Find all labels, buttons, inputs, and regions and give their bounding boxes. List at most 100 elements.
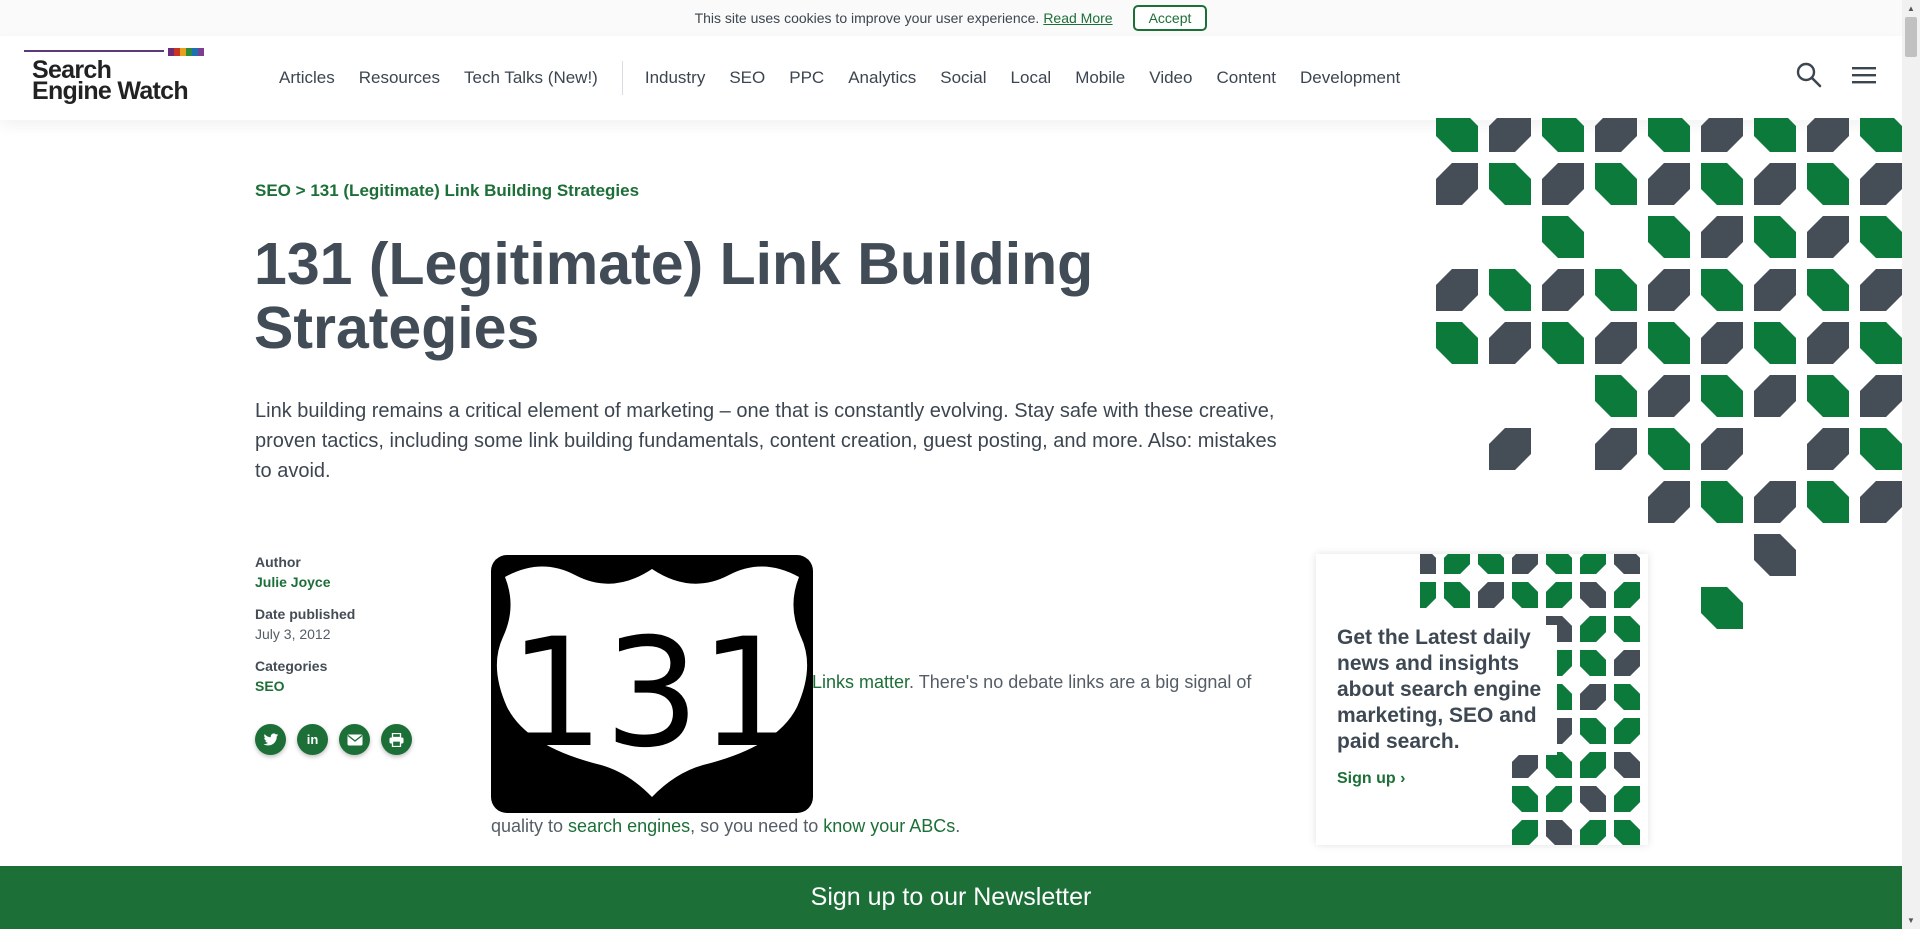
logo-line-2: Engine Watch bbox=[32, 77, 189, 105]
hamburger-menu-icon[interactable] bbox=[1849, 60, 1879, 90]
main-navigation: Articles Resources Tech Talks (New!) Ind… bbox=[279, 36, 1424, 120]
pattern-tile bbox=[1546, 786, 1572, 812]
pattern-tile bbox=[1754, 118, 1796, 152]
logo-text: Search Engine Watch bbox=[32, 58, 189, 105]
pattern-tile bbox=[1580, 820, 1606, 845]
pattern-tile bbox=[1807, 216, 1849, 258]
pattern-tile bbox=[1860, 375, 1902, 417]
nav-articles[interactable]: Articles bbox=[279, 68, 335, 88]
pattern-tile bbox=[1580, 650, 1606, 676]
pattern-tile bbox=[1754, 322, 1796, 364]
promo-text: Get the Latest daily news and insights a… bbox=[1337, 625, 1557, 755]
know-your-abcs-link[interactable]: know your ABCs bbox=[823, 816, 955, 836]
scroll-up-arrow-icon[interactable]: ▲ bbox=[1902, 0, 1920, 17]
body-paragraph-line-1: Links matter. There's no debate links ar… bbox=[812, 672, 1251, 693]
pattern-tile bbox=[1614, 684, 1640, 710]
pattern-tile bbox=[1648, 481, 1690, 523]
author-label: Author bbox=[255, 554, 301, 570]
email-icon[interactable] bbox=[339, 724, 370, 755]
body-text-2a: quality to bbox=[491, 816, 569, 836]
site-header: Search Engine Watch Articles Resources T… bbox=[0, 36, 1902, 120]
pattern-tile bbox=[1614, 554, 1640, 574]
pattern-tile bbox=[1614, 650, 1640, 676]
category-link[interactable]: SEO bbox=[255, 678, 445, 694]
newsletter-promo-card[interactable]: Get the Latest daily news and insights a… bbox=[1316, 554, 1648, 845]
nav-content[interactable]: Content bbox=[1216, 68, 1276, 88]
print-icon[interactable] bbox=[381, 724, 412, 755]
site-logo[interactable]: Search Engine Watch bbox=[24, 48, 204, 110]
pattern-tile bbox=[1580, 554, 1606, 574]
links-matter-link[interactable]: Links matter bbox=[812, 672, 909, 692]
pattern-tile bbox=[1444, 554, 1470, 574]
pattern-tile bbox=[1614, 820, 1640, 845]
pattern-tile bbox=[1860, 118, 1902, 152]
pattern-tile bbox=[1754, 269, 1796, 311]
author-link[interactable]: Julie Joyce bbox=[255, 574, 445, 590]
nav-local[interactable]: Local bbox=[1011, 68, 1052, 88]
pattern-tile bbox=[1489, 163, 1531, 205]
pattern-tile bbox=[1436, 269, 1478, 311]
pattern-tile bbox=[1512, 554, 1538, 574]
logo-color-bar bbox=[198, 48, 204, 56]
route-131-shield-image: 131 bbox=[491, 555, 813, 813]
pattern-tile bbox=[1701, 322, 1743, 364]
pattern-tile bbox=[1860, 216, 1902, 258]
twitter-icon[interactable] bbox=[255, 724, 286, 755]
pattern-tile bbox=[1807, 428, 1849, 470]
pattern-tile bbox=[1542, 118, 1584, 152]
search-engines-link[interactable]: search engines bbox=[568, 816, 690, 836]
pattern-tile bbox=[1542, 322, 1584, 364]
scrollbar-thumb[interactable] bbox=[1905, 17, 1917, 57]
pattern-tile bbox=[1701, 587, 1743, 629]
breadcrumb-separator: > bbox=[295, 181, 306, 200]
pattern-tile bbox=[1595, 322, 1637, 364]
pattern-tile bbox=[1580, 752, 1606, 778]
nav-resources[interactable]: Resources bbox=[359, 68, 440, 88]
pattern-tile bbox=[1436, 322, 1478, 364]
nav-seo[interactable]: SEO bbox=[729, 68, 765, 88]
pattern-tile bbox=[1807, 375, 1849, 417]
pattern-tile bbox=[1512, 752, 1538, 778]
nav-ppc[interactable]: PPC bbox=[789, 68, 824, 88]
nav-industry[interactable]: Industry bbox=[645, 68, 705, 88]
pattern-tile bbox=[1807, 481, 1849, 523]
cookie-banner: This site uses cookies to improve your u… bbox=[0, 0, 1902, 36]
pattern-tile bbox=[1807, 269, 1849, 311]
pattern-tile bbox=[1546, 582, 1572, 608]
nav-video[interactable]: Video bbox=[1149, 68, 1192, 88]
nav-social[interactable]: Social bbox=[940, 68, 986, 88]
pattern-tile bbox=[1614, 786, 1640, 812]
pattern-tile bbox=[1546, 752, 1572, 778]
pattern-tile bbox=[1754, 534, 1796, 576]
promo-signup-link[interactable]: Sign up › bbox=[1337, 770, 1410, 788]
newsletter-signup-bar[interactable]: Sign up to our Newsletter bbox=[0, 866, 1902, 929]
read-more-link[interactable]: Read More bbox=[1043, 10, 1112, 26]
nav-analytics[interactable]: Analytics bbox=[848, 68, 916, 88]
nav-tech-talks[interactable]: Tech Talks (New!) bbox=[464, 68, 598, 88]
search-icon[interactable] bbox=[1794, 60, 1824, 90]
pattern-tile bbox=[1807, 118, 1849, 152]
pattern-tile bbox=[1436, 163, 1478, 205]
pattern-tile bbox=[1648, 322, 1690, 364]
pattern-tile bbox=[1542, 216, 1584, 258]
categories-label: Categories bbox=[255, 658, 328, 674]
pattern-tile bbox=[1595, 269, 1637, 311]
linkedin-icon[interactable]: in bbox=[297, 724, 328, 755]
scroll-down-arrow-icon[interactable]: ▼ bbox=[1902, 912, 1920, 929]
breadcrumb-category[interactable]: SEO bbox=[255, 181, 291, 200]
accept-cookies-button[interactable]: Accept bbox=[1132, 5, 1208, 31]
pattern-tile bbox=[1595, 375, 1637, 417]
cookie-message: This site uses cookies to improve your u… bbox=[694, 10, 1040, 26]
pattern-tile bbox=[1420, 582, 1436, 608]
pattern-tile bbox=[1489, 269, 1531, 311]
pattern-tile bbox=[1512, 582, 1538, 608]
pattern-tile bbox=[1648, 118, 1690, 152]
date-published: July 3, 2012 bbox=[255, 626, 331, 642]
pattern-tile bbox=[1807, 322, 1849, 364]
nav-mobile[interactable]: Mobile bbox=[1075, 68, 1125, 88]
pattern-tile bbox=[1754, 481, 1796, 523]
nav-development[interactable]: Development bbox=[1300, 68, 1400, 88]
vertical-scrollbar[interactable]: ▲ ▼ bbox=[1902, 0, 1920, 929]
breadcrumb-current[interactable]: 131 (Legitimate) Link Building Strategie… bbox=[310, 181, 639, 200]
pattern-tile bbox=[1512, 820, 1538, 845]
